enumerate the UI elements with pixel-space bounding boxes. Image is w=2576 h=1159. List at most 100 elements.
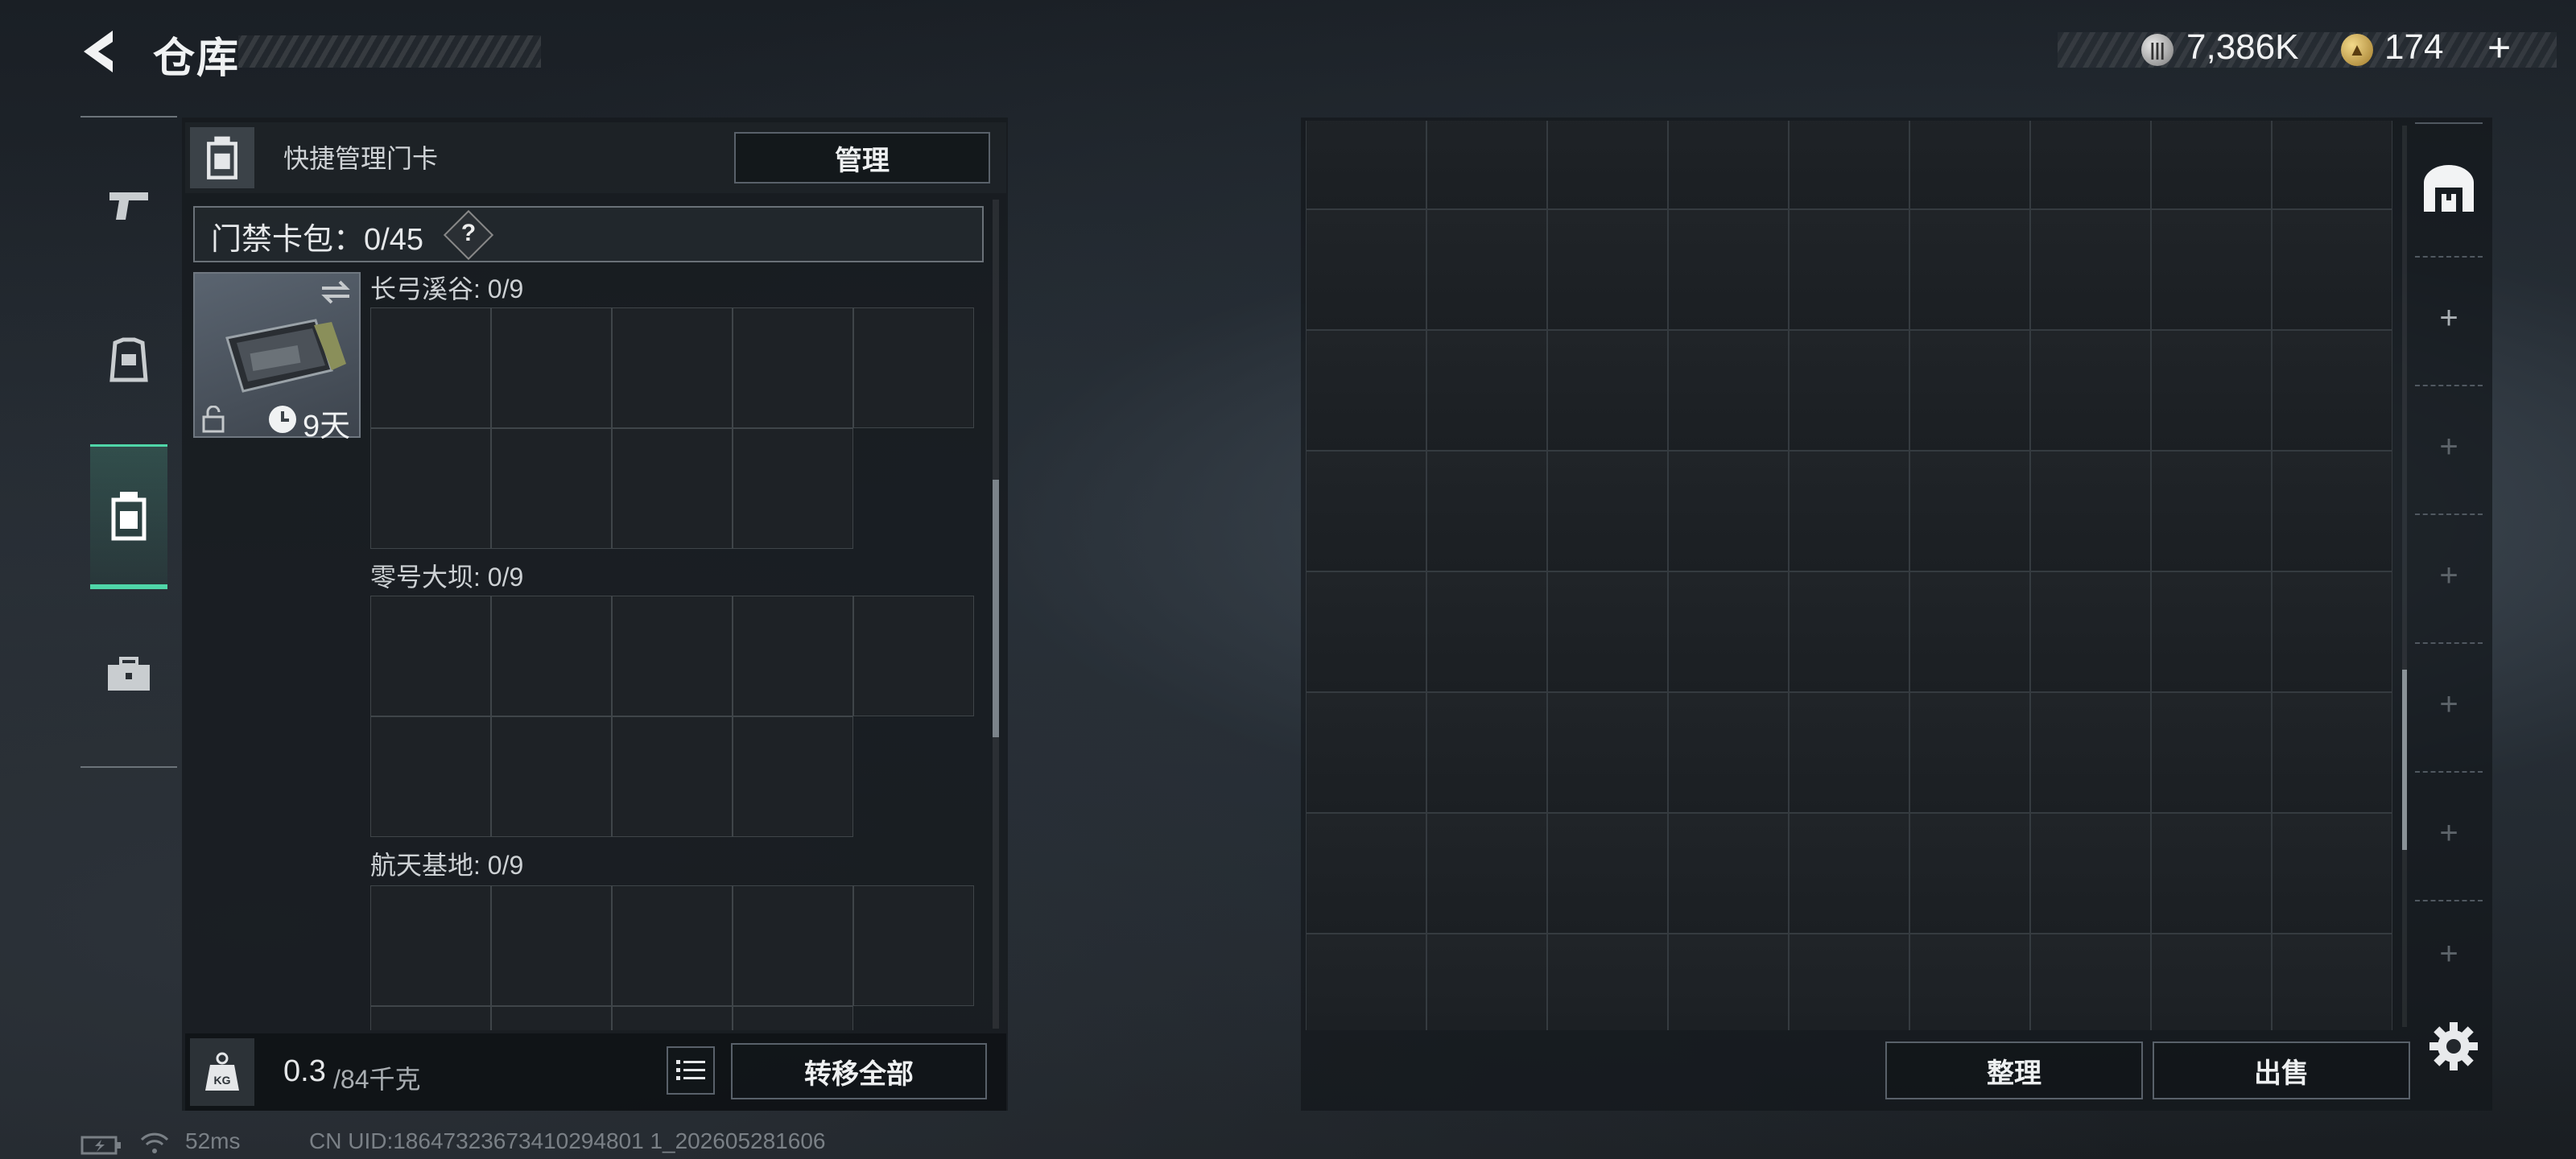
storage-cell[interactable] <box>1909 813 2030 934</box>
key-slot[interactable] <box>491 596 612 716</box>
storage-cell[interactable] <box>1426 571 1547 692</box>
key-slot[interactable] <box>853 885 974 1006</box>
storage-cell[interactable] <box>2151 813 2272 934</box>
storage-cell[interactable] <box>2151 451 2272 571</box>
key-slot[interactable] <box>370 307 491 428</box>
key-slot[interactable] <box>733 307 853 428</box>
storage-cell[interactable] <box>1426 121 1547 209</box>
storage-slot-add-4[interactable]: + <box>2415 642 2483 765</box>
storage-cell[interactable] <box>1909 121 2030 209</box>
storage-cell[interactable] <box>2030 121 2151 209</box>
sell-button[interactable]: 出售 <box>2153 1041 2410 1099</box>
storage-scroll-thumb[interactable] <box>2402 670 2407 850</box>
storage-cell[interactable] <box>2151 692 2272 813</box>
storage-cell[interactable] <box>1426 934 1547 1030</box>
storage-cell[interactable] <box>2030 451 2151 571</box>
swap-icon[interactable] <box>319 278 353 306</box>
storage-cell[interactable] <box>1306 209 1426 330</box>
storage-cell[interactable] <box>1306 934 1426 1030</box>
storage-cell[interactable] <box>1306 121 1426 209</box>
key-slot[interactable] <box>370 428 491 549</box>
key-slot[interactable] <box>853 596 974 716</box>
storage-cell[interactable] <box>1668 813 1789 934</box>
key-slot[interactable] <box>370 596 491 716</box>
key-slot[interactable] <box>612 885 733 1006</box>
storage-cell[interactable] <box>1426 451 1547 571</box>
storage-cell[interactable] <box>1668 209 1789 330</box>
storage-cell[interactable] <box>1426 813 1547 934</box>
storage-cell[interactable] <box>2030 934 2151 1030</box>
key-slot[interactable] <box>612 596 733 716</box>
add-currency-button[interactable]: + <box>2487 24 2511 71</box>
key-slot[interactable] <box>733 885 853 1006</box>
storage-scrollbar[interactable] <box>2402 126 2407 1027</box>
storage-cell[interactable] <box>1789 934 1909 1030</box>
storage-cell[interactable] <box>2272 934 2392 1030</box>
key-slot[interactable] <box>491 428 612 549</box>
key-slot[interactable] <box>733 596 853 716</box>
storage-cell[interactable] <box>1789 692 1909 813</box>
storage-cell[interactable] <box>1547 571 1668 692</box>
key-slot[interactable] <box>370 716 491 837</box>
storage-slot-add-2[interactable]: + <box>2415 385 2483 507</box>
storage-cell[interactable] <box>1668 692 1789 813</box>
storage-cell[interactable] <box>1547 451 1668 571</box>
storage-grid[interactable] <box>1306 121 2392 1030</box>
storage-cell[interactable] <box>1668 451 1789 571</box>
storage-cell[interactable] <box>1789 209 1909 330</box>
storage-slot-add-3[interactable]: + <box>2415 514 2483 636</box>
key-slot[interactable] <box>370 885 491 1006</box>
storage-slot-add-6[interactable]: + <box>2415 900 2483 1006</box>
storage-cell[interactable] <box>2030 209 2151 330</box>
storage-cell[interactable] <box>1789 121 1909 209</box>
storage-cell[interactable] <box>1306 813 1426 934</box>
back-arrow-icon[interactable] <box>77 27 126 76</box>
storage-cell[interactable] <box>2030 571 2151 692</box>
storage-cell[interactable] <box>2272 330 2392 451</box>
storage-cell[interactable] <box>1909 451 2030 571</box>
key-slot[interactable] <box>491 885 612 1006</box>
storage-cell[interactable] <box>1547 813 1668 934</box>
help-icon[interactable]: ? <box>452 217 485 250</box>
storage-cell[interactable] <box>1668 934 1789 1030</box>
storage-cell[interactable] <box>1306 692 1426 813</box>
list-view-button[interactable] <box>667 1046 715 1095</box>
storage-cell[interactable] <box>2272 451 2392 571</box>
key-slot[interactable] <box>491 1006 612 1030</box>
storage-cell[interactable] <box>2272 813 2392 934</box>
key-slot[interactable] <box>733 1006 853 1030</box>
storage-cell[interactable] <box>1306 330 1426 451</box>
storage-cell[interactable] <box>2151 934 2272 1030</box>
storage-cell[interactable] <box>1426 692 1547 813</box>
storage-cell[interactable] <box>1789 451 1909 571</box>
storage-slot-add-5[interactable]: + <box>2415 771 2483 893</box>
storage-cell[interactable] <box>1909 330 2030 451</box>
storage-cell[interactable] <box>1909 571 2030 692</box>
storage-cell[interactable] <box>1668 330 1789 451</box>
storage-cell[interactable] <box>1426 330 1547 451</box>
key-slot[interactable] <box>853 307 974 428</box>
storage-cell[interactable] <box>2272 692 2392 813</box>
panel-scroll-thumb[interactable] <box>993 480 999 737</box>
transfer-all-button[interactable]: 转移全部 <box>731 1043 987 1099</box>
storage-cell[interactable] <box>1909 209 2030 330</box>
storage-cell[interactable] <box>2272 121 2392 209</box>
settings-gear-icon[interactable] <box>2428 1021 2479 1072</box>
storage-cell[interactable] <box>1909 692 2030 813</box>
storage-cell[interactable] <box>2151 209 2272 330</box>
storage-cell[interactable] <box>2151 330 2272 451</box>
storage-cell[interactable] <box>1789 571 1909 692</box>
tab-gear[interactable] <box>90 288 167 433</box>
storage-cell[interactable] <box>1909 934 2030 1030</box>
key-slot[interactable] <box>370 1006 491 1030</box>
storage-cell[interactable] <box>2030 330 2151 451</box>
storage-cell[interactable] <box>1547 121 1668 209</box>
key-slot[interactable] <box>491 716 612 837</box>
storage-cell[interactable] <box>2151 121 2272 209</box>
storage-cell[interactable] <box>1789 330 1909 451</box>
key-slot[interactable] <box>733 716 853 837</box>
storage-cell[interactable] <box>2030 692 2151 813</box>
key-slot[interactable] <box>612 1006 733 1030</box>
storage-cell[interactable] <box>2272 209 2392 330</box>
key-slot[interactable] <box>612 716 733 837</box>
